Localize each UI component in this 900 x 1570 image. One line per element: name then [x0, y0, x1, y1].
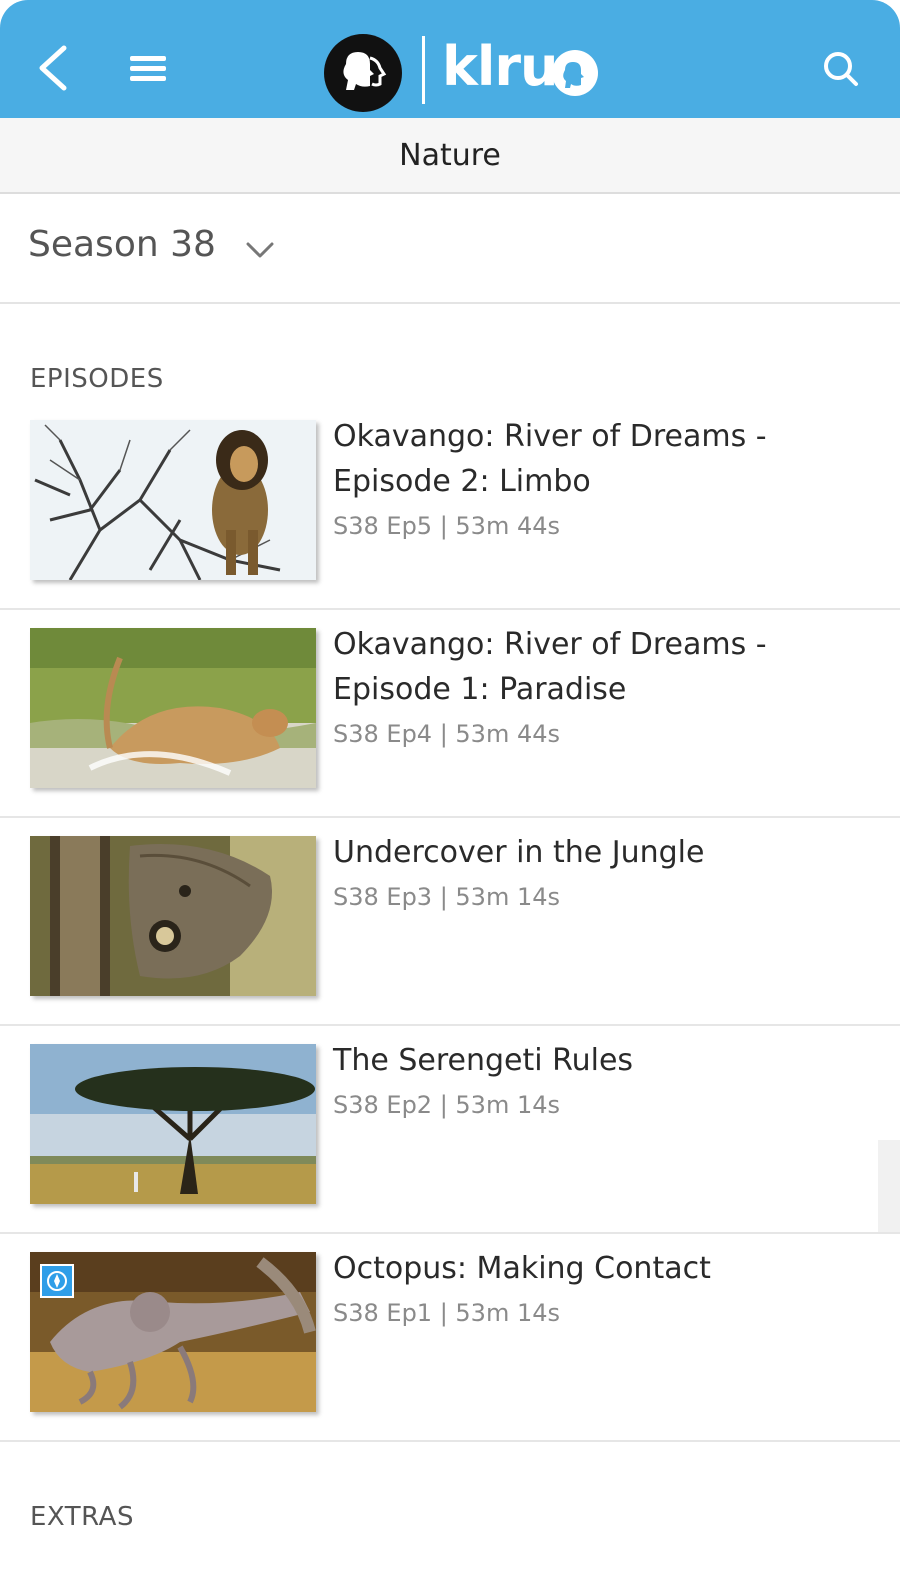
episode-info: The Serengeti Rules S38 Ep2 | 53m 14s: [333, 1038, 873, 1127]
episode-item[interactable]: Octopus: Making Contact S38 Ep1 | 53m 14…: [0, 1234, 900, 1442]
episode-item[interactable]: The Serengeti Rules S38 Ep2 | 53m 14s: [0, 1026, 900, 1234]
episode-info: Octopus: Making Contact S38 Ep1 | 53m 14…: [333, 1246, 873, 1335]
logo-divider: [422, 36, 425, 104]
scrollbar[interactable]: [878, 1140, 900, 1232]
station-logo[interactable]: klru: [322, 30, 612, 112]
episode-thumbnail[interactable]: [30, 420, 316, 580]
episode-meta: S38 Ep4 | 53m 44s: [333, 720, 561, 748]
extras-heading: EXTRAS: [30, 1502, 134, 1532]
episode-title: Undercover in the Jungle: [333, 835, 705, 870]
show-title: Nature: [399, 137, 501, 173]
season-selector[interactable]: Season 38: [0, 194, 900, 304]
episode-info: Okavango: River of Dreams - Episode 2: L…: [333, 414, 873, 548]
menu-button[interactable]: [122, 44, 172, 94]
episode-meta: S38 Ep3 | 53m 14s: [333, 883, 561, 911]
episode-meta: S38 Ep2 | 53m 14s: [333, 1091, 561, 1119]
episode-title: Okavango: River of Dreams - Episode 1: P…: [333, 627, 767, 707]
station-brand-text: klru: [442, 35, 558, 98]
episode-item[interactable]: Undercover in the Jungle S38 Ep3 | 53m 1…: [0, 818, 900, 1026]
app-header: klru: [0, 0, 900, 118]
season-label: Season 38: [28, 224, 216, 265]
episode-thumbnail[interactable]: [30, 1044, 316, 1204]
episode-thumbnail[interactable]: [30, 836, 316, 996]
pbs-head-icon: [550, 48, 600, 98]
episodes-heading: EPISODES: [30, 364, 164, 394]
episode-meta: S38 Ep1 | 53m 14s: [333, 1299, 561, 1327]
passport-compass-icon: [40, 1264, 74, 1298]
episode-info: Undercover in the Jungle S38 Ep3 | 53m 1…: [333, 830, 873, 919]
episode-meta: S38 Ep5 | 53m 44s: [333, 512, 561, 540]
back-button[interactable]: [28, 40, 78, 96]
show-title-bar: Nature: [0, 118, 900, 194]
episode-thumbnail[interactable]: [30, 628, 316, 788]
episode-thumbnail[interactable]: [30, 1252, 316, 1412]
pbs-logo-icon: [324, 34, 402, 112]
search-button[interactable]: [816, 44, 866, 94]
hamburger-menu-icon: [130, 56, 166, 81]
episode-item[interactable]: Okavango: River of Dreams - Episode 2: L…: [0, 402, 900, 610]
episode-info: Okavango: River of Dreams - Episode 1: P…: [333, 622, 873, 756]
episode-item[interactable]: Okavango: River of Dreams - Episode 1: P…: [0, 610, 900, 818]
chevron-left-icon: [39, 45, 67, 91]
episode-title: The Serengeti Rules: [333, 1043, 634, 1078]
chevron-down-icon: [246, 242, 274, 258]
search-icon: [824, 52, 858, 86]
episode-title: Okavango: River of Dreams - Episode 2: L…: [333, 419, 767, 499]
episode-title: Octopus: Making Contact: [333, 1251, 711, 1286]
